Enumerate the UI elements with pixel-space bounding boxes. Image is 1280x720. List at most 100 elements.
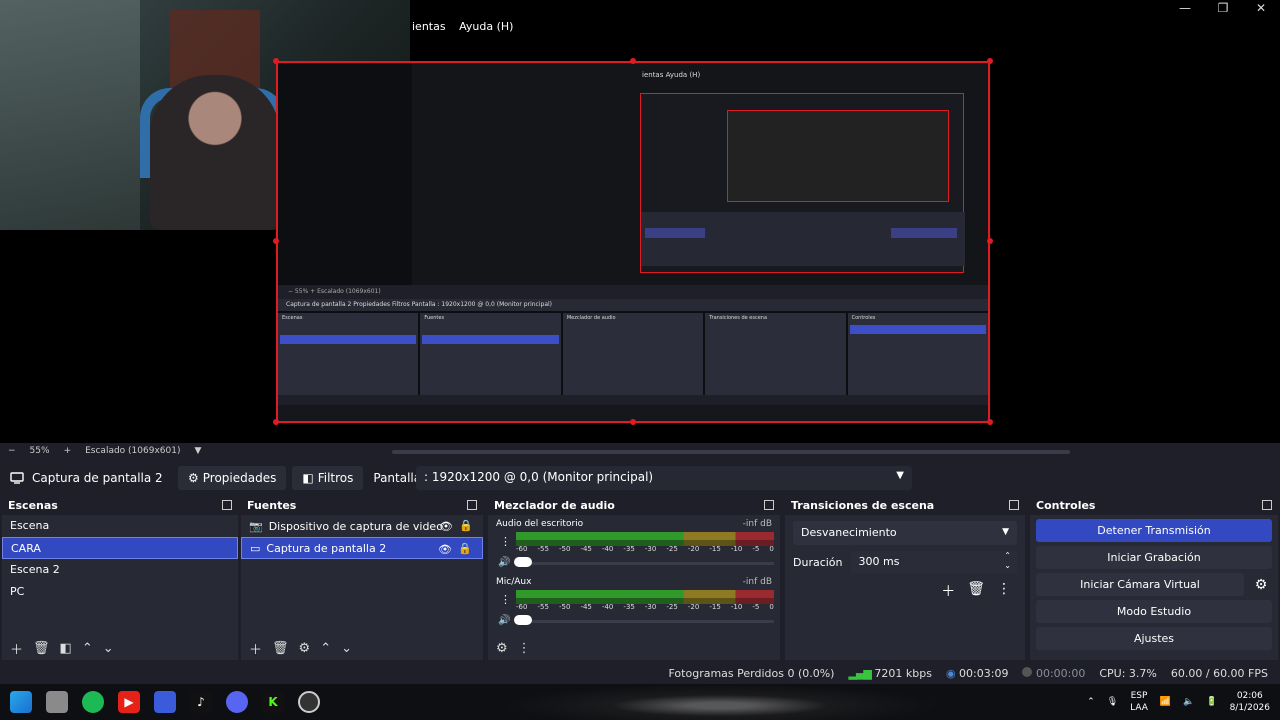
volume-slider[interactable] xyxy=(516,562,774,565)
obs-icon[interactable] xyxy=(298,691,320,713)
undock-icon[interactable] xyxy=(1009,500,1019,510)
move-up-button[interactable]: ⌃ xyxy=(320,641,331,656)
discord-icon[interactable] xyxy=(226,691,248,713)
app-gray-icon[interactable] xyxy=(46,691,68,713)
resize-handle[interactable] xyxy=(273,238,279,244)
volume-slider[interactable] xyxy=(516,620,774,623)
zoom-out-button[interactable]: − xyxy=(8,446,16,456)
maximize-button[interactable]: ❐ xyxy=(1204,0,1242,18)
scene-filters-button[interactable]: ◧ xyxy=(60,641,72,656)
filters-button[interactable]: ◧ Filtros xyxy=(292,466,364,490)
chevron-up-icon[interactable]: ⌃ xyxy=(1087,697,1095,707)
spin-arrows-icon[interactable]: ⌃ ⌄ xyxy=(1004,551,1011,571)
microphone-icon[interactable]: 🎙 xyxy=(1107,697,1118,707)
scene-item-selected[interactable]: CARA xyxy=(2,537,238,559)
advanced-audio-icon[interactable]: ⚙ xyxy=(496,641,508,656)
app-blue-icon[interactable] xyxy=(154,691,176,713)
duration-spinbox[interactable]: 300 ms ⌃ ⌄ xyxy=(850,551,1017,573)
undock-icon[interactable] xyxy=(467,500,477,510)
speaker-icon[interactable]: 🔊 xyxy=(498,557,510,568)
nested-docks: Escenas Fuentes Mezclador de audio Trans… xyxy=(278,313,988,395)
minimize-button[interactable]: — xyxy=(1166,0,1204,18)
settings-button[interactable]: Ajustes xyxy=(1036,627,1272,650)
transition-select[interactable]: Desvanecimiento ▼ xyxy=(793,521,1017,545)
display-select[interactable]: : 1920x1200 @ 0,0 (Monitor principal) ▼ xyxy=(416,466,912,490)
scale-mode-dropdown[interactable]: ▼ xyxy=(194,446,201,456)
close-button[interactable]: ✕ xyxy=(1242,0,1280,18)
lock-icon[interactable]: 🔒 xyxy=(458,542,472,555)
wifi-icon[interactable]: 📶 xyxy=(1160,697,1171,707)
transitions-dock-title: Transiciones de escena xyxy=(785,497,1025,515)
window-controls: — ❐ ✕ xyxy=(1166,0,1280,18)
menu-item-tools[interactable]: ientas xyxy=(412,20,446,33)
kebab-menu-icon[interactable]: ⋮ xyxy=(997,581,1011,601)
add-source-button[interactable]: ＋ xyxy=(249,639,262,658)
youtube-icon[interactable]: ▶ xyxy=(118,691,140,713)
transitions-dock: Transiciones de escena Desvanecimiento ▼… xyxy=(785,497,1025,660)
filters-label: Filtros xyxy=(317,471,354,485)
eye-icon[interactable]: 👁 xyxy=(439,520,453,533)
kebab-menu-icon[interactable]: ⋮ xyxy=(518,641,531,656)
remove-scene-button[interactable]: 🗑 xyxy=(33,641,50,656)
mixer-title: Mezclador de audio xyxy=(494,499,615,512)
language-indicator[interactable]: ESP LAA xyxy=(1130,690,1148,714)
scenes-dock-title: Escenas xyxy=(2,497,238,515)
start-virtual-camera-button[interactable]: Iniciar Cámara Virtual xyxy=(1036,573,1244,596)
resize-handle[interactable] xyxy=(630,58,636,64)
horizontal-scrollbar[interactable] xyxy=(392,450,1070,454)
source-item[interactable]: 📷 Dispositivo de captura de video 👁 🔒 xyxy=(241,515,483,537)
add-scene-button[interactable]: ＋ xyxy=(10,639,23,658)
volume-slider-handle[interactable] xyxy=(514,615,532,625)
screen-capture-source[interactable]: ientas Ayuda (H) − 55% + Escalado (1069x… xyxy=(276,61,990,423)
chevron-down-icon: ▼ xyxy=(896,470,904,481)
lock-icon[interactable]: 🔒 xyxy=(459,519,473,532)
start-recording-button[interactable]: Iniciar Grabación xyxy=(1036,546,1272,569)
resize-handle[interactable] xyxy=(273,419,279,425)
eye-icon[interactable]: 👁 xyxy=(438,543,452,556)
undock-icon[interactable] xyxy=(1262,500,1272,510)
source-item-selected[interactable]: ▭ Captura de pantalla 2 👁 🔒 xyxy=(241,537,483,559)
source-properties-button[interactable]: ⚙ xyxy=(299,641,311,656)
move-down-button[interactable]: ⌄ xyxy=(103,641,114,656)
add-transition-button[interactable]: ＋ xyxy=(941,581,955,601)
kebab-menu-icon[interactable]: ⋮ xyxy=(500,535,511,548)
tiktok-icon[interactable]: ♪ xyxy=(190,691,212,713)
menu-item-help[interactable]: Ayuda (H) xyxy=(459,20,513,33)
zoom-in-button[interactable]: + xyxy=(64,446,72,456)
preview-canvas[interactable]: ientas Ayuda (H) — ❐ ✕ ientas Ayuda (H) … xyxy=(0,0,1280,443)
selected-source: Captura de pantalla 2 xyxy=(0,471,178,485)
windows-start-icon[interactable] xyxy=(10,691,32,713)
scene-item[interactable]: Escena 2 xyxy=(2,559,238,581)
remove-source-button[interactable]: 🗑 xyxy=(272,641,289,656)
resize-handle[interactable] xyxy=(987,238,993,244)
resize-handle[interactable] xyxy=(987,419,993,425)
spotify-icon[interactable] xyxy=(82,691,104,713)
remove-transition-button[interactable]: 🗑 xyxy=(967,581,985,601)
resize-handle[interactable] xyxy=(987,58,993,64)
stop-streaming-button[interactable]: Detener Transmisión xyxy=(1036,519,1272,542)
gear-icon[interactable]: ⚙ xyxy=(1250,577,1272,593)
scene-item[interactable]: Escena xyxy=(2,515,238,537)
menu-bar: ientas Ayuda (H) xyxy=(412,20,523,33)
lang-code: ESP xyxy=(1130,691,1148,701)
speaker-icon[interactable]: 🔊 xyxy=(498,615,510,626)
battery-icon[interactable]: 🔋 xyxy=(1206,697,1217,707)
transition-value: Desvanecimiento xyxy=(801,526,897,539)
resize-handle[interactable] xyxy=(273,58,279,64)
undock-icon[interactable] xyxy=(764,500,774,510)
resize-handle[interactable] xyxy=(630,419,636,425)
undock-icon[interactable] xyxy=(222,500,232,510)
kebab-menu-icon[interactable]: ⋮ xyxy=(500,593,511,606)
clock[interactable]: 02:06 8/1/2026 xyxy=(1230,690,1270,714)
transition-tools: ＋ 🗑 ⋮ xyxy=(785,573,1025,609)
studio-mode-button[interactable]: Modo Estudio xyxy=(1036,600,1272,623)
volume-icon[interactable]: 🔈 xyxy=(1183,697,1194,707)
properties-button[interactable]: ⚙ Propiedades xyxy=(178,466,287,490)
kick-icon[interactable]: K xyxy=(262,691,284,713)
volume-meter xyxy=(516,590,774,598)
move-up-button[interactable]: ⌃ xyxy=(82,641,93,656)
volume-slider-handle[interactable] xyxy=(514,557,532,567)
move-down-button[interactable]: ⌄ xyxy=(341,641,352,656)
system-tray: ⌃ 🎙 ESP LAA 📶 🔈 🔋 02:06 8/1/2026 xyxy=(1087,684,1270,720)
scene-item[interactable]: PC xyxy=(2,581,238,603)
